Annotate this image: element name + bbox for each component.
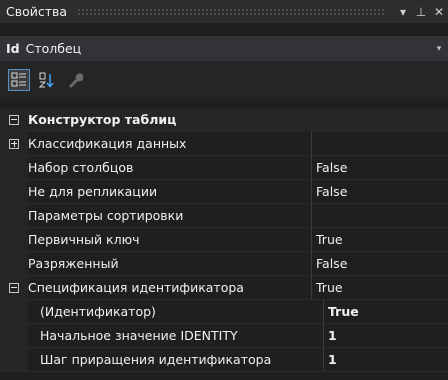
property-value[interactable]: 1 <box>323 324 448 347</box>
property-row[interactable]: Начальное значение IDENTITY 1 <box>0 324 448 348</box>
property-name: Начальное значение IDENTITY <box>40 328 238 343</box>
drag-grip[interactable] <box>77 8 386 15</box>
categorized-icon <box>11 72 26 87</box>
property-value[interactable]: False <box>311 252 448 275</box>
property-row[interactable]: Параметры сортировки <box>0 204 448 228</box>
expand-icon[interactable] <box>9 138 19 149</box>
property-name: Не для репликации <box>28 184 158 199</box>
collapse-icon[interactable] <box>9 282 19 293</box>
property-name: Первичный ключ <box>28 232 140 247</box>
panel-titlebar: Свойства ▾ ⊥ ✕ <box>0 0 448 23</box>
property-row[interactable]: Шаг приращения идентификатора 1 <box>0 348 448 372</box>
wrench-icon <box>69 73 83 88</box>
property-name: Спецификация идентификатора <box>28 280 244 295</box>
property-row[interactable]: Набор столбцов False <box>0 156 448 180</box>
property-row[interactable]: Не для репликации False <box>0 180 448 204</box>
property-row[interactable]: Спецификация идентификатора True <box>0 276 448 300</box>
sort-alpha-icon <box>39 72 54 88</box>
property-name: Разряженный <box>28 256 119 271</box>
pin-icon[interactable]: ⊥ <box>412 5 430 19</box>
property-grid: Конструктор таблиц Классификация данных … <box>0 108 448 372</box>
property-name: Набор столбцов <box>28 160 134 175</box>
panel-title: Свойства <box>6 4 68 19</box>
property-row[interactable]: Классификация данных <box>0 132 448 156</box>
property-name: Классификация данных <box>28 136 187 151</box>
close-icon[interactable]: ✕ <box>430 5 448 19</box>
property-value[interactable]: 1 <box>323 348 448 371</box>
category-row-table-designer[interactable]: Конструктор таблиц <box>0 108 448 132</box>
property-row[interactable]: Разряженный False <box>0 252 448 276</box>
object-chevron-down-icon[interactable]: ▾ <box>430 44 448 54</box>
property-value[interactable]: False <box>311 156 448 179</box>
collapse-icon[interactable] <box>9 114 19 125</box>
object-name-label: Столбец <box>25 41 82 56</box>
property-row[interactable]: Первичный ключ True <box>0 228 448 252</box>
alphabetical-button[interactable] <box>36 69 58 91</box>
object-kind-label: Id <box>6 41 20 56</box>
property-value[interactable]: True <box>311 228 448 251</box>
property-value[interactable] <box>311 132 448 155</box>
property-value[interactable] <box>311 204 448 227</box>
property-row[interactable]: (Идентификатор) True <box>0 300 448 324</box>
property-toolbar <box>0 61 448 99</box>
categorized-button[interactable] <box>8 69 30 91</box>
category-label: Конструктор таблиц <box>28 112 177 127</box>
property-name: Шаг приращения идентификатора <box>40 352 272 367</box>
window-menu-chevron-down-icon[interactable]: ▾ <box>394 5 412 19</box>
property-pages-button[interactable] <box>64 69 86 91</box>
object-selector[interactable]: Id Столбец ▾ <box>0 36 448 61</box>
property-name: (Идентификатор) <box>40 304 156 319</box>
property-name: Параметры сортировки <box>28 208 184 223</box>
property-value[interactable]: False <box>311 180 448 203</box>
property-value[interactable]: True <box>311 276 448 299</box>
property-value[interactable]: True <box>323 300 448 323</box>
